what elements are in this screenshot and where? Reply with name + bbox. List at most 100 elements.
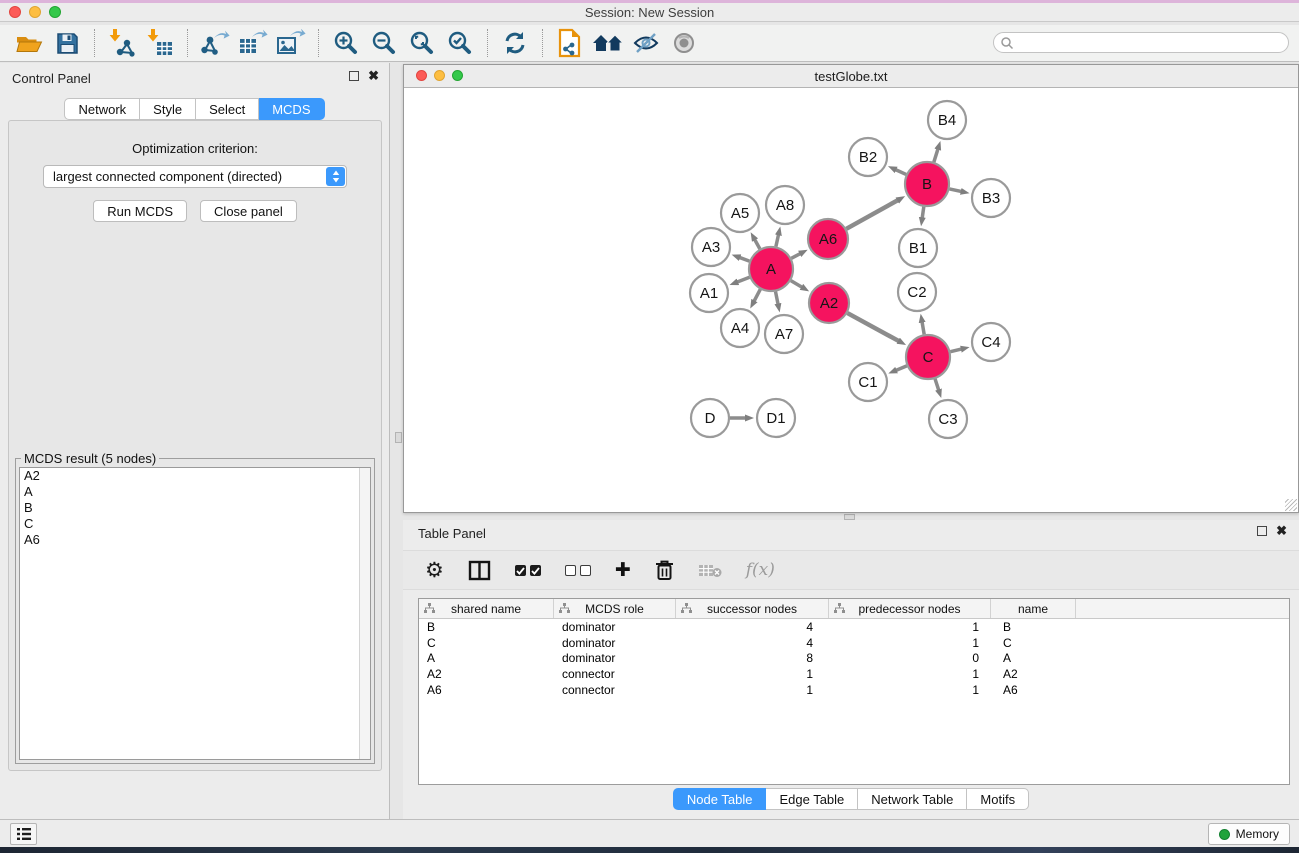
tab-edge-table[interactable]: Edge Table <box>766 788 858 810</box>
graph-edge-A2-C[interactable] <box>847 313 899 341</box>
mcds-result-item[interactable]: A6 <box>20 532 370 548</box>
table-row[interactable]: Cdominator41C <box>419 635 1289 651</box>
table-cell[interactable]: 1 <box>829 667 991 681</box>
result-scrollbar[interactable] <box>359 468 370 759</box>
table-cell[interactable]: 1 <box>676 667 829 681</box>
column-header-successor-nodes[interactable]: successor nodes <box>676 599 829 618</box>
graph-edge-A-A6[interactable] <box>791 253 800 258</box>
import-table-button[interactable] <box>141 27 179 59</box>
export-table-button[interactable] <box>234 27 272 59</box>
close-table-panel-icon[interactable]: ✖ <box>1276 526 1287 536</box>
tab-motifs[interactable]: Motifs <box>967 788 1029 810</box>
window-resize-grip[interactable] <box>1285 499 1297 511</box>
mcds-result-item[interactable]: B <box>20 500 370 516</box>
table-cell[interactable]: 1 <box>676 683 829 697</box>
zoom-in-button[interactable] <box>327 27 365 59</box>
search-input[interactable] <box>1014 34 1288 51</box>
add-column-button[interactable]: ✚ <box>615 560 631 580</box>
open-session-button[interactable] <box>10 27 48 59</box>
graph-edge-C-C3[interactable] <box>935 379 939 391</box>
table-cell[interactable]: connector <box>554 683 676 697</box>
column-header-shared-name[interactable]: shared name <box>419 599 554 618</box>
graph-edge-A-A4[interactable] <box>754 289 760 301</box>
zoom-fit-button[interactable] <box>403 27 441 59</box>
search-field[interactable] <box>993 32 1289 53</box>
table-cell[interactable]: dominator <box>554 620 676 634</box>
table-cell[interactable]: 1 <box>829 683 991 697</box>
graph-edge-C-C4[interactable] <box>950 349 961 352</box>
table-cell[interactable]: A2 <box>419 667 554 681</box>
table-cell[interactable]: A6 <box>419 683 554 697</box>
graph-edge-B-B2[interactable] <box>895 169 906 174</box>
network-canvas[interactable]: ABCA2A6A1A3A4A5A7A8B1B2B3B4C1C2C3C4DD1 <box>404 89 1298 512</box>
table-cell[interactable]: 8 <box>676 651 829 665</box>
refresh-button[interactable] <box>496 27 534 59</box>
float-panel-icon[interactable] <box>349 71 359 81</box>
graph-edge-A-A8[interactable] <box>776 234 779 246</box>
graph-edge-A-A7[interactable] <box>776 292 779 305</box>
tab-network[interactable]: Network <box>64 98 140 120</box>
task-history-button[interactable] <box>10 823 37 845</box>
table-cell[interactable]: dominator <box>554 636 676 650</box>
vertical-splitter-handle[interactable] <box>395 432 402 443</box>
preview-eye-button[interactable] <box>665 27 703 59</box>
graph-edge-A-A3[interactable] <box>739 257 749 261</box>
table-cell[interactable]: dominator <box>554 651 676 665</box>
close-panel-button[interactable]: Close panel <box>200 200 297 222</box>
table-cell[interactable]: 1 <box>829 636 991 650</box>
close-panel-icon[interactable]: ✖ <box>368 71 379 81</box>
criterion-select[interactable]: largest connected component (directed) <box>43 165 347 188</box>
graph-edge-A-A5[interactable] <box>755 239 760 249</box>
table-cell[interactable]: connector <box>554 667 676 681</box>
export-network-button[interactable] <box>196 27 234 59</box>
tab-network-table[interactable]: Network Table <box>858 788 967 810</box>
table-settings-button[interactable]: ⚙ <box>425 560 444 580</box>
network-window-titlebar[interactable]: testGlobe.txt <box>404 65 1298 88</box>
table-cell[interactable]: A <box>991 651 1076 665</box>
tab-select[interactable]: Select <box>196 98 259 120</box>
table-row[interactable]: Bdominator41B <box>419 619 1289 635</box>
graph-edge-B-B1[interactable] <box>922 207 924 219</box>
table-cell[interactable]: A2 <box>991 667 1076 681</box>
graph-edge-A6-B[interactable] <box>846 200 898 229</box>
graph-edge-A-A2[interactable] <box>791 281 802 288</box>
hide-details-button[interactable] <box>627 27 665 59</box>
export-image-button[interactable] <box>272 27 310 59</box>
deselect-all-columns-button[interactable] <box>565 565 591 576</box>
mcds-result-item[interactable]: C <box>20 516 370 532</box>
graph-edge-A-A1[interactable] <box>737 277 750 282</box>
table-cell[interactable]: A <box>419 651 554 665</box>
network-document-button[interactable] <box>551 27 589 59</box>
import-network-button[interactable] <box>103 27 141 59</box>
show-columns-button[interactable] <box>468 560 491 581</box>
tab-node-table[interactable]: Node Table <box>673 788 767 810</box>
memory-button[interactable]: Memory <box>1208 823 1290 845</box>
column-header-name[interactable]: name <box>991 599 1076 618</box>
table-cell[interactable]: 4 <box>676 620 829 634</box>
tab-style[interactable]: Style <box>140 98 196 120</box>
table-cell[interactable]: A6 <box>991 683 1076 697</box>
table-cell[interactable]: B <box>991 620 1076 634</box>
mcds-result-item[interactable]: A2 <box>20 468 370 484</box>
run-mcds-button[interactable]: Run MCDS <box>93 200 187 222</box>
table-cell[interactable]: C <box>419 636 554 650</box>
table-row[interactable]: A6connector11A6 <box>419 682 1289 698</box>
zoom-out-button[interactable] <box>365 27 403 59</box>
graph-edge-C-C1[interactable] <box>896 366 907 371</box>
table-row[interactable]: Adominator80A <box>419 651 1289 667</box>
mcds-result-item[interactable]: A <box>20 484 370 500</box>
delete-column-button[interactable] <box>655 559 674 581</box>
node-table[interactable]: shared nameMCDS rolesuccessor nodesprede… <box>418 598 1290 785</box>
graph-edge-C-C2[interactable] <box>922 322 924 335</box>
table-row[interactable]: A2connector11A2 <box>419 666 1289 682</box>
tab-mcds[interactable]: MCDS <box>259 98 324 120</box>
table-cell[interactable]: 4 <box>676 636 829 650</box>
network-graph[interactable]: ABCA2A6A1A3A4A5A7A8B1B2B3B4C1C2C3C4DD1 <box>404 89 1298 513</box>
column-header-MCDS-role[interactable]: MCDS role <box>554 599 676 618</box>
table-cell[interactable]: 0 <box>829 651 991 665</box>
table-cell[interactable]: 1 <box>829 620 991 634</box>
table-cell[interactable]: C <box>991 636 1076 650</box>
float-table-panel-icon[interactable] <box>1257 526 1267 536</box>
column-header-predecessor-nodes[interactable]: predecessor nodes <box>829 599 991 618</box>
graph-edge-B-B4[interactable] <box>934 149 938 162</box>
